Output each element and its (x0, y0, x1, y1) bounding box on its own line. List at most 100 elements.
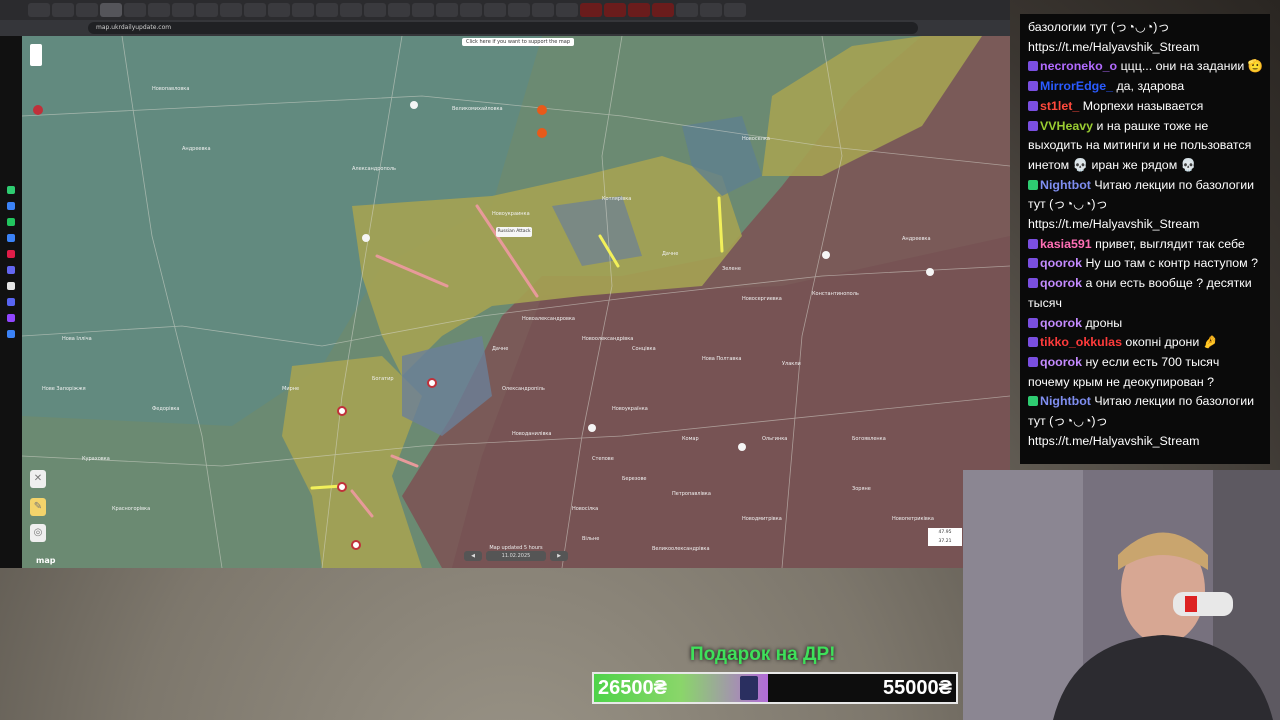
donation-goal: 26500₴ 55000₴ (592, 672, 958, 704)
browser-tab[interactable] (580, 3, 602, 17)
chat-username[interactable]: Nightbot (1040, 394, 1091, 408)
browser-sidebar (0, 36, 22, 568)
map-place-label: Олександропіль (502, 386, 545, 392)
map-place-label: Новопетриківка (892, 516, 934, 522)
settings-tool-icon[interactable]: ◎ (30, 524, 46, 542)
chat-username[interactable]: MirrorEdge_ (1040, 79, 1113, 93)
map-place-label: Андреевка (902, 236, 931, 242)
map-place-label: Нова Ілліча (62, 336, 92, 342)
user-badge-icon (1028, 179, 1038, 190)
browser-tab[interactable] (148, 3, 170, 17)
user-badge-icon (1028, 396, 1038, 407)
browser-tab[interactable] (28, 3, 50, 17)
map-place-label: Вільне (582, 536, 600, 542)
chat-username[interactable]: qoorok (1040, 316, 1082, 330)
chat-username[interactable]: Nightbot (1040, 178, 1091, 192)
browser-tab[interactable] (364, 3, 386, 17)
browser-tab[interactable] (652, 3, 674, 17)
browser-tab[interactable] (172, 3, 194, 17)
browser-tab[interactable] (460, 3, 482, 17)
sidebar-app-icon[interactable] (7, 202, 15, 210)
sidebar-app-icon[interactable] (7, 282, 15, 290)
browser-tab[interactable] (52, 3, 74, 17)
chat-username[interactable]: qoorok (1040, 355, 1082, 369)
sidebar-app-icon[interactable] (7, 186, 15, 194)
chat-username[interactable]: tikko_okkulas (1040, 335, 1122, 349)
map-place-label: Новосілка (572, 506, 599, 512)
chat-message: necroneko_o ццц... они на задании 🫡 (1028, 57, 1264, 77)
map-logo: map (36, 556, 56, 565)
browser-tab[interactable] (100, 3, 122, 17)
sidebar-app-icon[interactable] (7, 250, 15, 258)
ruler-tool-icon[interactable]: ✎ (30, 498, 46, 516)
browser-tab[interactable] (532, 3, 554, 17)
url-field[interactable]: map.ukrdailyupdate.com (88, 22, 918, 34)
next-date-button[interactable]: ▶ (550, 551, 568, 561)
chat-username[interactable]: kasia591 (1040, 237, 1092, 251)
user-badge-icon (1028, 81, 1038, 92)
target-marker (427, 378, 437, 388)
user-badge-icon (1028, 258, 1038, 269)
map-canvas[interactable]: Новопавловка Великомихайловка Новоселка Анд… (22, 36, 1010, 568)
map-place-label: Мирне (282, 386, 300, 392)
browser-tab[interactable] (196, 3, 218, 17)
chat-username[interactable]: qoorok (1040, 276, 1082, 290)
browser-tab[interactable] (508, 3, 530, 17)
browser-tab[interactable] (604, 3, 626, 17)
browser-tab[interactable] (724, 3, 746, 17)
chat-message: kasia591 привет, выглядит так себе (1028, 235, 1264, 255)
chat-text: привет, выглядит так себе (1095, 236, 1245, 251)
chat-message: qoorok а они есть вообще ? десятки тысяч (1028, 274, 1264, 313)
browser-tab[interactable] (220, 3, 242, 17)
chat-username[interactable]: qoorok (1040, 256, 1082, 270)
chat-username[interactable]: necroneko_o (1040, 59, 1117, 73)
map-place-label: Богатир (372, 376, 394, 382)
browser-tab[interactable] (700, 3, 722, 17)
sidebar-app-icon[interactable] (7, 298, 15, 306)
sidebar-app-icon[interactable] (7, 314, 15, 322)
close-tool-icon[interactable]: ✕ (30, 470, 46, 488)
browser-tab[interactable] (676, 3, 698, 17)
browser-tab[interactable] (124, 3, 146, 17)
sidebar-app-icon[interactable] (7, 330, 15, 338)
prev-date-button[interactable]: ◀ (464, 551, 482, 561)
user-badge-icon (1028, 100, 1038, 111)
map-place-label: Новопавловка (152, 86, 190, 92)
map-place-label: Новоселка (742, 136, 770, 142)
map-place-label: Зоряне (852, 486, 871, 492)
map-place-label: Дачне (492, 346, 509, 352)
browser-tab[interactable] (412, 3, 434, 17)
sidebar-app-icon[interactable] (7, 218, 15, 226)
browser-tab[interactable] (388, 3, 410, 17)
chat-text: окопні дрони 🤌 (1125, 335, 1219, 350)
browser-tab[interactable] (244, 3, 266, 17)
browser-tab[interactable] (484, 3, 506, 17)
chat-message: Nightbot Читаю лекции по базологии тут (… (1028, 392, 1264, 451)
goal-target: 55000₴ (883, 677, 952, 699)
browser-tab[interactable] (340, 3, 362, 17)
sidebar-app-icon[interactable] (7, 266, 15, 274)
chat-username[interactable]: st1let_ (1040, 99, 1079, 113)
browser-tab[interactable] (292, 3, 314, 17)
browser-tab[interactable] (436, 3, 458, 17)
chat-text: Ну шо там с контр наступом ? (1085, 256, 1259, 271)
browser-tab[interactable] (268, 3, 290, 17)
browser-tab[interactable] (628, 3, 650, 17)
chat-message: qoorok Ну шо там с контр наступом ? (1028, 254, 1264, 274)
chat-message: tikko_okkulas окопні дрони 🤌 (1028, 333, 1264, 353)
browser-tab[interactable] (556, 3, 578, 17)
chat-username[interactable]: VVHeavy (1040, 119, 1093, 133)
date-field[interactable]: 11.02.2025 (486, 551, 546, 561)
webcam-feed (963, 470, 1280, 720)
browser-tab[interactable] (76, 3, 98, 17)
map-place-label: Константинополь (812, 291, 859, 297)
map-place-label: Улакли (782, 361, 801, 367)
user-badge-icon (1028, 61, 1038, 72)
coordinate-box: 47.95 37.21 (928, 528, 962, 546)
chat-message: st1let_ Морпехи называется (1028, 97, 1264, 117)
sidebar-app-icon[interactable] (7, 234, 15, 242)
browser-tab[interactable] (316, 3, 338, 17)
zoom-control[interactable] (30, 44, 42, 66)
chat-message: Nightbot Читаю лекции по базологии тут (… (1028, 176, 1264, 235)
support-banner[interactable]: Click here if you want to support the ma… (462, 38, 575, 46)
